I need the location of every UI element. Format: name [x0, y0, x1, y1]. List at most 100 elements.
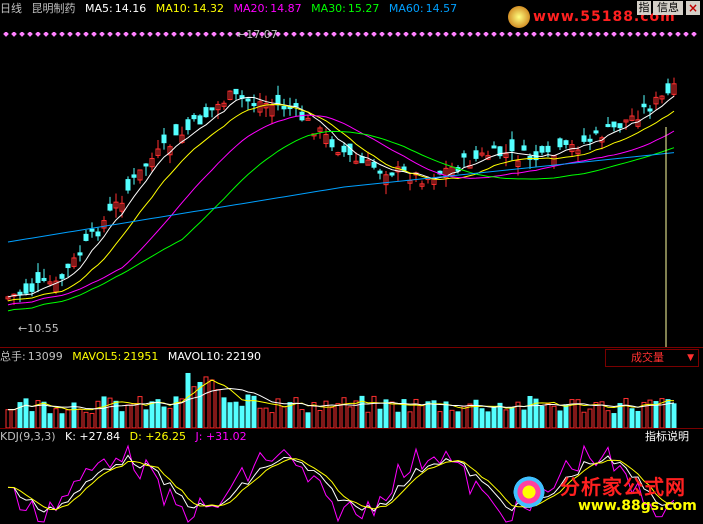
- indicator-help-link[interactable]: 指标说明: [645, 430, 689, 444]
- candle-body: [647, 108, 653, 112]
- candle-body: [473, 150, 479, 159]
- ma20-value: 14.87: [270, 2, 302, 15]
- marker-diamond: [651, 32, 657, 37]
- candle-body: [461, 153, 467, 158]
- candle-body: [209, 107, 215, 111]
- close-button[interactable]: ×: [686, 1, 700, 15]
- volume-bar: [317, 410, 323, 428]
- ma60-value: 14.57: [425, 2, 458, 15]
- marker-diamond: [115, 32, 121, 37]
- volume-bar: [491, 406, 497, 428]
- volume-bar: [437, 411, 443, 428]
- candle-body: [197, 115, 203, 125]
- marker-diamond: [507, 32, 513, 37]
- stock-chart-window: { "header": { "mode": "日线", "stock_name"…: [0, 0, 703, 524]
- marker-diamond: [107, 32, 113, 37]
- volume-bar: [215, 389, 221, 428]
- volume-bar: [221, 397, 227, 428]
- volume-bar: [485, 411, 491, 428]
- candle-body: [539, 146, 545, 153]
- volume-bar: [377, 408, 383, 428]
- marker-diamond: [147, 32, 153, 37]
- volume-bar: [305, 412, 311, 428]
- volume-bar: [107, 397, 113, 428]
- info-button[interactable]: 信息: [653, 1, 683, 15]
- marker-diamond: [483, 32, 489, 37]
- marker-diamond: [187, 32, 193, 37]
- volume-bar: [473, 399, 479, 428]
- marker-diamond: [51, 32, 57, 37]
- high-price-label: ←17.07: [237, 28, 278, 41]
- marker-diamond: [619, 32, 625, 37]
- marker-diamond: [643, 32, 649, 37]
- marker-diamond: [339, 32, 345, 37]
- volume-bar: [587, 408, 593, 428]
- marker-diamond: [547, 32, 553, 37]
- separator-price-volume: [0, 347, 703, 348]
- candle-body: [107, 203, 113, 211]
- volume-bar: [89, 412, 95, 428]
- pointer-button[interactable]: 指: [637, 1, 651, 15]
- marker-diamond: [355, 32, 361, 37]
- volume-bar: [557, 410, 563, 428]
- marker-diamond: [299, 32, 305, 37]
- volume-bar: [263, 407, 269, 428]
- volume-bar: [281, 406, 287, 428]
- high-arrow: ←: [237, 28, 247, 41]
- volume-bar: [395, 411, 401, 428]
- volume-bar: [527, 395, 533, 428]
- volume-bar: [119, 411, 125, 428]
- marker-diamond: [531, 32, 537, 37]
- marker-diamond: [459, 32, 465, 37]
- marker-diamond: [451, 32, 457, 37]
- candle-body: [491, 145, 497, 149]
- candle-body: [581, 135, 587, 142]
- volume-bar: [257, 407, 263, 428]
- candle-body: [95, 231, 101, 237]
- marker-diamond: [363, 32, 369, 37]
- marker-diamond: [395, 32, 401, 37]
- volume-bar: [335, 403, 341, 428]
- marker-diamond: [75, 32, 81, 37]
- volume-bar: [143, 409, 149, 428]
- candle-body: [359, 156, 365, 164]
- marker-diamond: [83, 32, 89, 37]
- marker-diamond: [67, 32, 73, 37]
- price-chart: [3, 32, 697, 347]
- marker-diamond: [195, 32, 201, 37]
- volume-bar: [29, 411, 35, 428]
- candle-body: [545, 145, 551, 153]
- marker-diamond: [203, 32, 209, 37]
- volume-bar: [623, 397, 629, 428]
- volume-bar: [443, 401, 449, 428]
- volume-bar: [101, 396, 107, 428]
- ma5-line: [7, 95, 675, 298]
- chart-header: 日线 昆明制药 MA5: 14.16 MA10: 14.32 MA20: 14.87 …: [0, 2, 463, 16]
- candle-body: [329, 139, 335, 148]
- ma20-label: MA20:: [233, 2, 269, 15]
- ma30-value: 15.27: [347, 2, 380, 15]
- kdj-d-value: D: +26.25: [129, 430, 187, 443]
- candle-body: [17, 291, 23, 295]
- marker-diamond: [307, 32, 313, 37]
- marker-diamond: [99, 32, 105, 37]
- candle-body: [161, 134, 167, 144]
- volume-header: 总手: 13099 MAVOL5: 21951 MAVOL10: 22190: [0, 350, 267, 364]
- ma5-value: 14.16: [114, 2, 147, 15]
- volume-bar: [461, 405, 467, 428]
- volume-bar: [617, 403, 623, 428]
- marker-diamond: [571, 32, 577, 37]
- volume-bar: [365, 411, 371, 428]
- volume-bar: [161, 406, 167, 428]
- marker-diamond: [683, 32, 689, 37]
- volume-bar: [341, 397, 347, 428]
- kdj-header: KDJ(9,3,3) K: +27.84 D: +26.25 J: +31.02: [0, 430, 253, 444]
- candle-body: [41, 277, 47, 281]
- volume-bar: [173, 396, 179, 428]
- ma30-line: [7, 130, 675, 312]
- candle-body: [143, 163, 149, 167]
- marker-diamond: [371, 32, 377, 37]
- volume-bar: [299, 409, 305, 428]
- marker-diamond: [515, 32, 521, 37]
- marker-diamond: [123, 32, 129, 37]
